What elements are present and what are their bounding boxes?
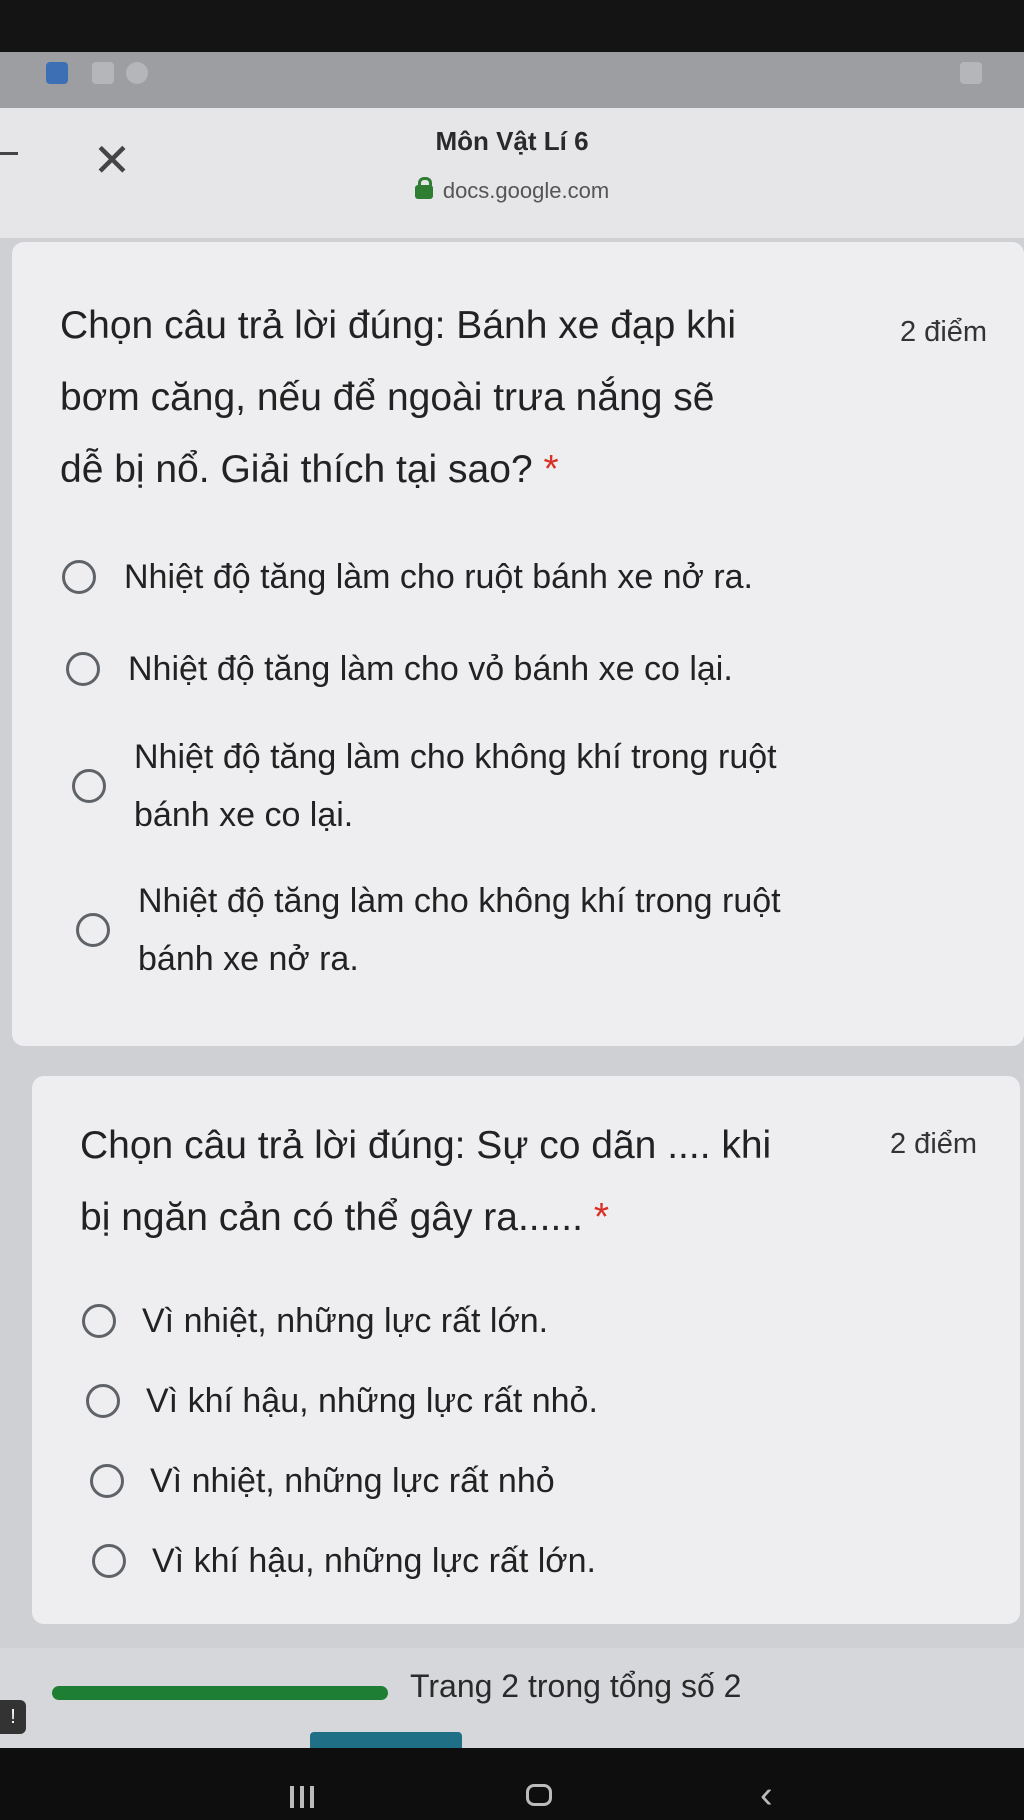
question-line: Chọn câu trả lời đúng: Bánh xe đạp khi (60, 304, 737, 347)
question-line: Chọn câu trả lời đúng: Sự co dãn .... kh… (80, 1124, 772, 1167)
navigation-bar (0, 1748, 1024, 1820)
option-label: Vì khí hậu, những lực rất nhỏ. (146, 1382, 598, 1420)
option-2[interactable]: Nhiệt độ tăng làm cho vỏ bánh xe co lại. (66, 640, 733, 698)
url-text: docs.google.com (442, 178, 610, 203)
signal-icon (960, 62, 982, 84)
option-label: Nhiệt độ tăng làm cho không khí trong ru… (138, 882, 781, 920)
notification-icon (46, 62, 68, 84)
required-mark: * (543, 448, 559, 491)
lock-icon (414, 177, 433, 199)
radio-button[interactable] (90, 1464, 124, 1498)
device-bezel (0, 0, 1024, 52)
feedback-icon[interactable]: ! (0, 1700, 26, 1734)
option-label: bánh xe nở ra. (138, 940, 359, 978)
url-bar[interactable]: docs.google.com (0, 177, 1024, 204)
radio-button[interactable] (76, 913, 110, 947)
notification-icon (92, 62, 114, 84)
option-label: Nhiệt độ tăng làm cho không khí trong ru… (134, 738, 777, 776)
notification-icon (126, 62, 148, 84)
radio-button[interactable] (92, 1544, 126, 1578)
option-label: Vì khí hậu, những lực rất lớn. (152, 1542, 596, 1580)
option-label: Nhiệt độ tăng làm cho ruột bánh xe nở ra… (124, 558, 753, 596)
radio-button[interactable] (72, 769, 106, 803)
recent-apps-icon[interactable] (290, 1786, 318, 1808)
option-3[interactable]: Vì nhiệt, những lực rất nhỏ (90, 1452, 555, 1510)
option-4[interactable]: Vì khí hậu, những lực rất lớn. (92, 1532, 596, 1590)
option-label: Nhiệt độ tăng làm cho vỏ bánh xe co lại. (128, 650, 733, 688)
status-bar (0, 52, 1024, 108)
page-title: Môn Vật Lí 6 (435, 126, 589, 156)
points-badge: 2 điểm (900, 316, 988, 348)
back-icon[interactable]: ‹ (760, 1774, 773, 1817)
option-label: Vì nhiệt, những lực rất nhỏ (150, 1462, 555, 1500)
radio-button[interactable] (66, 652, 100, 686)
home-icon[interactable] (526, 1784, 552, 1806)
question-text: Chọn câu trả lời đúng: Sự co dãn .... kh… (80, 1110, 880, 1254)
option-1[interactable]: Nhiệt độ tăng làm cho ruột bánh xe nở ra… (62, 548, 753, 606)
option-3[interactable]: Nhiệt độ tăng làm cho không khí trong ru… (72, 728, 777, 844)
option-4[interactable]: Nhiệt độ tăng làm cho không khí trong ru… (76, 872, 781, 988)
question-line: bị ngăn cản có thể gây ra...... * (80, 1196, 610, 1239)
option-2[interactable]: Vì khí hậu, những lực rất nhỏ. (86, 1372, 598, 1430)
page-counter: Trang 2 trong tổng số 2 (410, 1668, 742, 1704)
radio-button[interactable] (86, 1384, 120, 1418)
radio-button[interactable] (62, 560, 96, 594)
question-line: dễ bị nổ. Giải thích tại sao? * (60, 448, 559, 491)
option-label: bánh xe co lại. (134, 796, 354, 834)
question-text: Chọn câu trả lời đúng: Bánh xe đạp khi b… (60, 290, 880, 506)
option-label: Vì nhiệt, những lực rất lớn. (142, 1302, 549, 1340)
radio-button[interactable] (82, 1304, 116, 1338)
progress-bar (52, 1686, 388, 1700)
points-badge: 2 điểm (890, 1128, 978, 1160)
option-1[interactable]: Vì nhiệt, những lực rất lớn. (82, 1292, 548, 1350)
question-line: bơm căng, nếu để ngoài trưa nắng sẽ (60, 376, 715, 419)
required-mark: * (593, 1196, 610, 1239)
